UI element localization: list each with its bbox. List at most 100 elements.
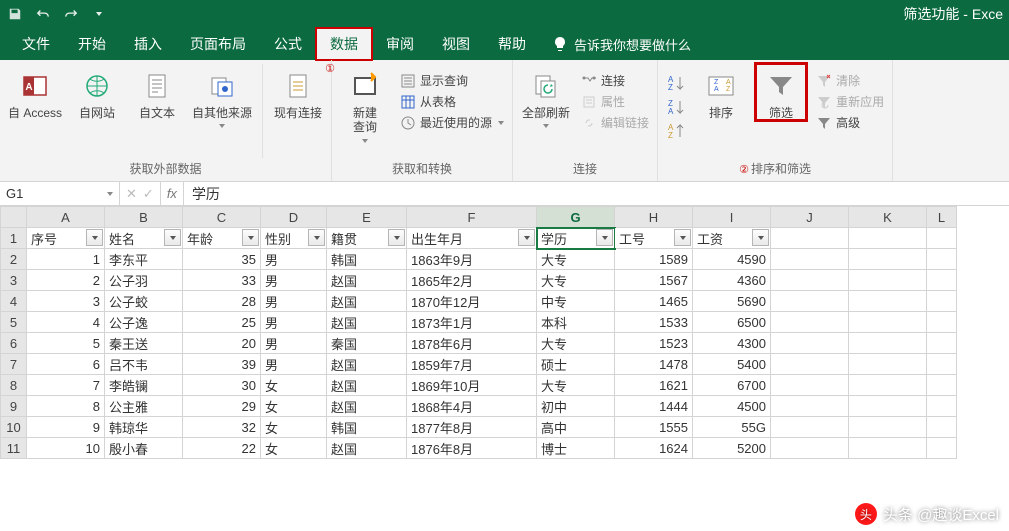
cell[interactable]: 男 — [261, 249, 327, 270]
cell[interactable]: 男 — [261, 312, 327, 333]
cell[interactable]: 赵国 — [327, 354, 407, 375]
cell[interactable]: 女 — [261, 375, 327, 396]
header-cell[interactable]: 性别 — [261, 228, 327, 249]
cell[interactable]: 5 — [27, 333, 105, 354]
cell[interactable]: 初中 — [537, 396, 615, 417]
col-header-B[interactable]: B — [105, 207, 183, 228]
cell[interactable]: 1876年8月 — [407, 438, 537, 459]
col-header-J[interactable]: J — [771, 207, 849, 228]
cell[interactable]: 33 — [183, 270, 261, 291]
cell[interactable]: 硕士 — [537, 354, 615, 375]
cell[interactable]: 1444 — [615, 396, 693, 417]
col-header-E[interactable]: E — [327, 207, 407, 228]
cell[interactable]: 1 — [27, 249, 105, 270]
cell[interactable]: 4300 — [693, 333, 771, 354]
cell[interactable]: 55G — [693, 417, 771, 438]
recent-sources-button[interactable]: 最近使用的源 — [400, 114, 504, 131]
cell[interactable]: 10 — [27, 438, 105, 459]
save-icon[interactable] — [6, 5, 24, 23]
tab-file[interactable]: 文件 — [8, 28, 64, 60]
tab-review[interactable]: 审阅 — [372, 28, 428, 60]
cell[interactable]: 女 — [261, 396, 327, 417]
row-header-4[interactable]: 4 — [1, 291, 27, 312]
row-header-3[interactable]: 3 — [1, 270, 27, 291]
tab-layout[interactable]: 页面布局 — [176, 28, 260, 60]
row-header-10[interactable]: 10 — [1, 417, 27, 438]
cell[interactable]: 1878年6月 — [407, 333, 537, 354]
new-query-button[interactable]: 新建 查询 — [340, 64, 390, 143]
filter-dropdown-icon[interactable] — [86, 229, 103, 246]
header-cell[interactable]: 序号 — [27, 228, 105, 249]
cell[interactable]: 1567 — [615, 270, 693, 291]
cell[interactable]: 大专 — [537, 375, 615, 396]
header-cell[interactable]: 学历 — [537, 228, 615, 249]
cell[interactable]: 30 — [183, 375, 261, 396]
cell[interactable]: 男 — [261, 354, 327, 375]
tab-view[interactable]: 视图 — [428, 28, 484, 60]
col-header-C[interactable]: C — [183, 207, 261, 228]
cell[interactable]: 博士 — [537, 438, 615, 459]
cell[interactable]: 女 — [261, 417, 327, 438]
cell[interactable]: 韩国 — [327, 249, 407, 270]
cell[interactable]: 1555 — [615, 417, 693, 438]
cell[interactable]: 39 — [183, 354, 261, 375]
row-header-5[interactable]: 5 — [1, 312, 27, 333]
cell[interactable]: 赵国 — [327, 270, 407, 291]
cell[interactable]: 20 — [183, 333, 261, 354]
sort-button[interactable]: ZAAZ排序 — [696, 64, 746, 120]
cell[interactable]: 7 — [27, 375, 105, 396]
cell[interactable]: 6500 — [693, 312, 771, 333]
sort-custom-button[interactable]: AZ — [666, 122, 686, 140]
filter-dropdown-icon[interactable] — [308, 229, 325, 246]
cell[interactable]: 35 — [183, 249, 261, 270]
cell[interactable]: 高中 — [537, 417, 615, 438]
cell[interactable]: 公主雅 — [105, 396, 183, 417]
tab-insert[interactable]: 插入 — [120, 28, 176, 60]
from-text-button[interactable]: 自文本 — [132, 64, 182, 120]
filter-button[interactable]: 筛选 — [756, 64, 806, 120]
col-header-G[interactable]: G — [537, 207, 615, 228]
cell[interactable]: 公子蛟 — [105, 291, 183, 312]
filter-dropdown-icon[interactable] — [596, 229, 613, 246]
cell[interactable]: 1465 — [615, 291, 693, 312]
cell[interactable]: 韩琼华 — [105, 417, 183, 438]
row-header-1[interactable]: 1 — [1, 228, 27, 249]
cell[interactable]: 9 — [27, 417, 105, 438]
cell[interactable]: 8 — [27, 396, 105, 417]
row-header-11[interactable]: 11 — [1, 438, 27, 459]
cell[interactable]: 1589 — [615, 249, 693, 270]
from-table-button[interactable]: 从表格 — [400, 93, 504, 110]
cell[interactable]: 29 — [183, 396, 261, 417]
filter-dropdown-icon[interactable] — [164, 229, 181, 246]
cell[interactable]: 4500 — [693, 396, 771, 417]
tell-me[interactable]: 告诉我你想要做什么 — [540, 28, 703, 60]
cell[interactable]: 男 — [261, 270, 327, 291]
cell[interactable]: 5400 — [693, 354, 771, 375]
row-header-9[interactable]: 9 — [1, 396, 27, 417]
cell[interactable]: 秦国 — [327, 333, 407, 354]
select-all-cell[interactable] — [1, 207, 27, 228]
cell[interactable]: 女 — [261, 438, 327, 459]
undo-icon[interactable] — [34, 5, 52, 23]
col-header-L[interactable]: L — [927, 207, 957, 228]
row-header-2[interactable]: 2 — [1, 249, 27, 270]
refresh-all-button[interactable]: 全部刷新 — [521, 64, 571, 128]
from-other-button[interactable]: 自其他来源 — [192, 64, 252, 128]
cell[interactable]: 1869年10月 — [407, 375, 537, 396]
cell[interactable]: 赵国 — [327, 396, 407, 417]
col-header-H[interactable]: H — [615, 207, 693, 228]
cell[interactable]: 大专 — [537, 249, 615, 270]
tab-help[interactable]: 帮助 — [484, 28, 540, 60]
cell[interactable]: 男 — [261, 291, 327, 312]
cell[interactable]: 25 — [183, 312, 261, 333]
sort-asc-button[interactable]: AZ — [666, 74, 686, 92]
cell[interactable]: 吕不韦 — [105, 354, 183, 375]
cell[interactable]: 1865年2月 — [407, 270, 537, 291]
col-header-A[interactable]: A — [27, 207, 105, 228]
header-cell[interactable]: 出生年月 — [407, 228, 537, 249]
header-cell[interactable]: 工资 — [693, 228, 771, 249]
cell[interactable]: 22 — [183, 438, 261, 459]
cell[interactable]: 李东平 — [105, 249, 183, 270]
cell[interactable]: 5690 — [693, 291, 771, 312]
cell[interactable]: 1873年1月 — [407, 312, 537, 333]
